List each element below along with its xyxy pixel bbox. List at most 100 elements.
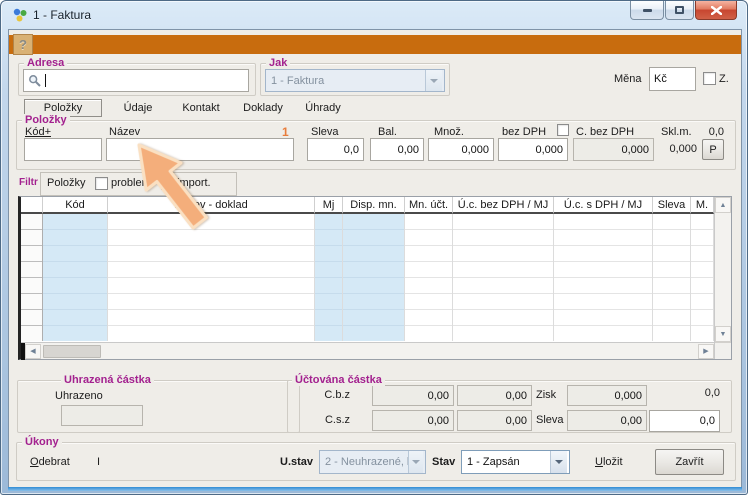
search-icon xyxy=(28,74,41,87)
tab-uhrady[interactable]: Úhrady xyxy=(297,99,349,117)
help-button[interactable]: ? xyxy=(13,34,33,55)
bal-input[interactable]: 0,00 xyxy=(370,138,424,161)
uhrazeno-input xyxy=(61,405,143,426)
uhrazeno-label: Uhrazeno xyxy=(55,390,103,402)
column-header-uc-s-dph-mj[interactable]: Ú.c. s DPH / MJ xyxy=(554,197,653,214)
problem-checkbox[interactable] xyxy=(95,177,108,190)
sleva-value: 0,0 xyxy=(344,144,359,156)
kod-input[interactable] xyxy=(24,138,102,161)
table-column-nazev-doklad: Název - doklad xyxy=(108,197,315,359)
column-header-row-marker[interactable] xyxy=(21,197,43,214)
horizontal-scrollbar[interactable]: ◀ ▶ xyxy=(21,342,714,359)
ustav-dropdown-arrow[interactable] xyxy=(408,451,423,473)
ustav-value: 2 - Neuhrazené, be: xyxy=(325,456,408,468)
minimize-button[interactable] xyxy=(630,1,664,20)
nazev-label: Název xyxy=(109,126,140,138)
maximize-button[interactable] xyxy=(665,1,694,20)
mnoz-value: 0,000 xyxy=(461,144,489,156)
zisk-value: 0,000 xyxy=(614,390,642,402)
column-body-nazev-doklad[interactable] xyxy=(108,214,315,341)
tab-kontakt[interactable]: Kontakt xyxy=(173,99,229,117)
column-body-disp-mn[interactable] xyxy=(343,214,405,341)
close-icon xyxy=(711,6,722,15)
column-body-mj[interactable] xyxy=(315,214,343,341)
column-body-row-marker[interactable] xyxy=(21,214,43,341)
sleva-input[interactable]: 0,0 xyxy=(307,138,364,161)
filtr-label: Filtr xyxy=(19,177,38,188)
mnoz-input[interactable]: 0,000 xyxy=(428,138,494,161)
window-title: 1 - Faktura xyxy=(33,8,91,22)
bezdph-checkbox[interactable] xyxy=(557,124,569,136)
odebrat-button[interactable]: Odebrat xyxy=(30,456,70,468)
column-header-mn-uct[interactable]: Mn. účt. xyxy=(405,197,453,214)
accent-bar xyxy=(9,35,741,54)
table-column-disp-mn: Disp. mn. xyxy=(343,197,405,359)
column-header-disp-mn[interactable]: Disp. mn. xyxy=(343,197,405,214)
table-column-sleva: Sleva xyxy=(653,197,691,359)
cbz-input-2: 0,00 xyxy=(457,385,532,406)
vertical-scrollbar[interactable]: ▲ ▼ xyxy=(714,197,731,359)
table-column-kod: Kód xyxy=(43,197,108,359)
zisk-label: Zisk xyxy=(536,389,556,401)
cbz-input-1: 0,00 xyxy=(372,385,454,406)
zisk-input: 0,000 xyxy=(567,385,647,406)
scrollbar-corner xyxy=(715,342,731,359)
adresa-input[interactable] xyxy=(23,69,249,92)
stav-dropdown-arrow[interactable] xyxy=(550,451,567,473)
sleva-total-value: 0,00 xyxy=(621,415,642,427)
horizontal-scroll-thumb[interactable] xyxy=(43,345,101,358)
filter-polozky-label: Položky xyxy=(47,177,86,189)
sleva-edit-value: 0,0 xyxy=(700,415,715,427)
scroll-left-button[interactable]: ◀ xyxy=(25,344,41,359)
maximize-icon xyxy=(675,6,684,14)
jak-combobox[interactable]: 1 - Faktura xyxy=(265,69,445,92)
scroll-up-button[interactable]: ▲ xyxy=(715,197,731,213)
polozky-group-label: Položky xyxy=(22,114,70,126)
column-header-m[interactable]: M. xyxy=(691,197,714,214)
tab-doklady[interactable]: Doklady xyxy=(235,99,291,117)
column-body-kod[interactable] xyxy=(43,214,108,341)
bezdph-label: bez DPH xyxy=(502,126,546,138)
column-body-uc-bez-dph-mj[interactable] xyxy=(453,214,554,341)
bal-value: 0,00 xyxy=(398,144,419,156)
ukony-group-label: Úkony xyxy=(22,436,62,448)
stav-combobox[interactable]: 1 - Zapsán xyxy=(461,450,570,474)
p-button[interactable]: P xyxy=(702,139,724,160)
z-checkbox[interactable] xyxy=(703,72,716,85)
column-header-mj[interactable]: Mj xyxy=(315,197,343,214)
column-header-sleva[interactable]: Sleva xyxy=(653,197,691,214)
items-table: KódNázev - dokladMjDisp. mn.Mn. účt.Ú.c.… xyxy=(18,196,732,360)
ulozit-button[interactable]: Uložit xyxy=(595,456,623,468)
column-body-uc-s-dph-mj[interactable] xyxy=(554,214,653,341)
column-body-m[interactable] xyxy=(691,214,714,341)
titlebar[interactable]: 1 - Faktura xyxy=(1,1,747,29)
ustav-combobox[interactable]: 2 - Neuhrazené, be: xyxy=(319,450,426,474)
scroll-right-button[interactable]: ▶ xyxy=(698,344,714,359)
chevron-down-icon xyxy=(555,460,563,464)
sklm-value: 0,000 xyxy=(654,143,697,155)
column-body-sleva[interactable] xyxy=(653,214,691,341)
table-column-uc-s-dph-mj: Ú.c. s DPH / MJ xyxy=(554,197,653,359)
column-body-mn-uct[interactable] xyxy=(405,214,453,341)
cbz-label: C.b.z xyxy=(320,389,350,401)
cbezdph-input: 0,000 xyxy=(573,138,654,161)
sklm-top-value: 0,0 xyxy=(699,126,724,138)
sleva-edit-input[interactable]: 0,0 xyxy=(649,410,720,432)
close-button[interactable] xyxy=(695,1,737,20)
bezdph-value: 0,000 xyxy=(535,144,563,156)
column-header-kod[interactable]: Kód xyxy=(43,197,108,214)
text-caret xyxy=(45,74,46,87)
scroll-down-button[interactable]: ▼ xyxy=(715,326,731,342)
csz-label: C.s.z xyxy=(320,414,350,426)
vertical-scroll-track[interactable] xyxy=(715,213,731,326)
items-table-columns: KódNázev - dokladMjDisp. mn.Mn. účt.Ú.c.… xyxy=(21,197,714,359)
mena-input[interactable]: Kč xyxy=(649,67,696,91)
row-number: 1 xyxy=(282,125,289,139)
bezdph-input[interactable]: 0,000 xyxy=(498,138,568,161)
app-icon xyxy=(12,7,28,23)
zavrit-button[interactable]: Zavřít xyxy=(655,449,724,475)
tab-udaje[interactable]: Údaje xyxy=(113,99,163,117)
column-header-uc-bez-dph-mj[interactable]: Ú.c. bez DPH / MJ xyxy=(453,197,554,214)
kod-column-link[interactable]: Kód+ xyxy=(25,126,51,138)
jak-dropdown-arrow[interactable] xyxy=(425,70,442,91)
